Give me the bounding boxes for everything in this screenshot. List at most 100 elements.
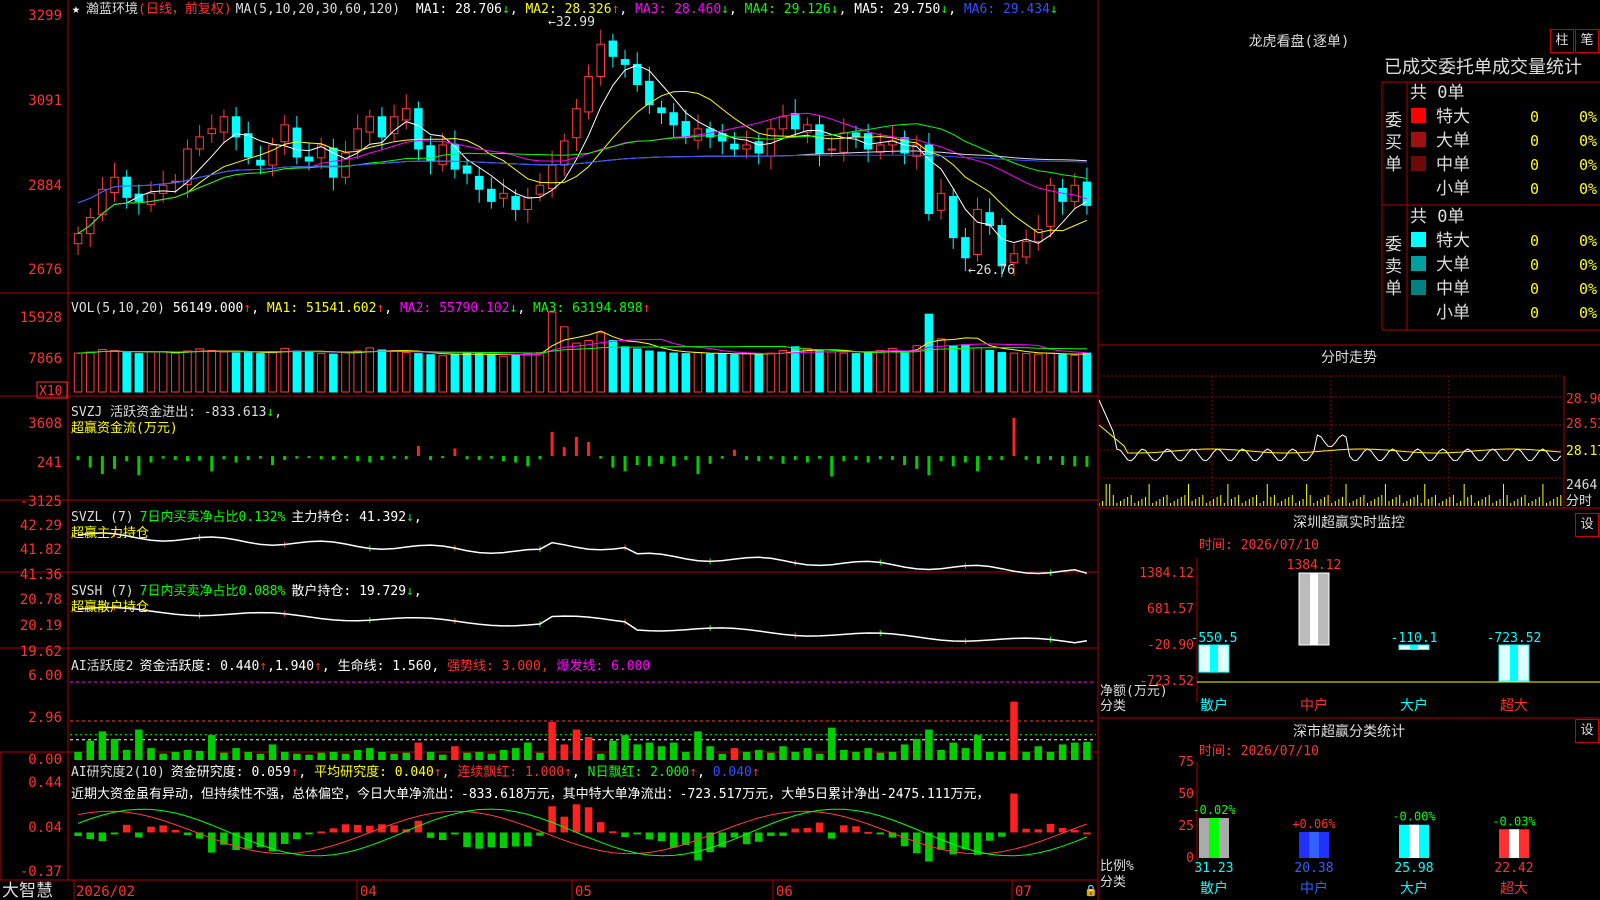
candle-body	[742, 144, 751, 150]
volume-bar	[110, 349, 119, 393]
volume-bar	[389, 351, 399, 393]
activity-bar	[791, 751, 799, 760]
candle-body	[863, 133, 873, 150]
volume-bar	[85, 351, 95, 393]
order-count: 0	[1530, 180, 1539, 198]
fund-flow-bar	[805, 456, 809, 463]
stock-period: (日线，前复权)	[138, 1, 232, 17]
fund-flow-bar	[392, 456, 396, 459]
fund-flow-bar	[380, 456, 384, 460]
sz-stats-value: 22.42	[1494, 861, 1533, 876]
kline-chart-area[interactable]: 3299 3091 2884 2676 15928 7866 3608 241 …	[0, 0, 1100, 900]
volume-bar	[547, 311, 557, 393]
fund-flow-bar	[1036, 456, 1040, 464]
volume-bar	[559, 326, 569, 393]
tick-mode-button[interactable]: 笔	[1575, 29, 1599, 53]
research-bar	[767, 832, 775, 836]
activity-bar	[730, 748, 739, 760]
activity-bar	[536, 752, 544, 760]
activity-bar	[572, 729, 581, 760]
sz-monitor-settings-button[interactable]: 设	[1575, 513, 1599, 537]
research-bar	[572, 804, 581, 833]
ma-label: MA(5,10,20,30,60,120)	[236, 2, 400, 17]
fund-flow-bar	[562, 447, 566, 457]
research-bar	[779, 832, 787, 836]
fund-flow-bar	[611, 456, 615, 468]
fund-flow-bar	[1048, 456, 1052, 460]
volume-bar	[961, 344, 970, 393]
svzl-tick: 41.82	[20, 542, 62, 558]
volume-bar	[1009, 352, 1019, 393]
candle-body	[620, 59, 630, 65]
activity-bar	[779, 746, 787, 760]
order-count: 0	[1530, 304, 1539, 322]
candle-body	[608, 40, 618, 57]
ai1-tick: 6.00	[28, 668, 62, 684]
sz-monitor-time: 时间: 2026/07/10	[1199, 538, 1319, 553]
svsh-tick: 20.19	[20, 618, 62, 634]
candle-body	[73, 233, 83, 245]
activity-bar	[438, 754, 447, 760]
activity-bar	[451, 746, 459, 760]
fund-flow-bar	[234, 456, 238, 463]
fund-flow-bar	[988, 456, 992, 460]
activity-bar	[463, 752, 471, 760]
candle-body	[195, 136, 204, 150]
intraday-vol-label: 分时	[1566, 494, 1592, 509]
order-pct: 0%	[1579, 180, 1597, 198]
volume-bar	[171, 352, 180, 393]
fund-flow-bar	[161, 456, 165, 459]
order-size-label: 小单	[1436, 179, 1470, 199]
candle-body	[122, 176, 131, 198]
research-bar	[1022, 828, 1030, 833]
bar-mode-button[interactable]: 柱	[1550, 29, 1574, 53]
order-size-swatch	[1411, 156, 1426, 171]
sz-stats-ytick: 25	[1178, 819, 1194, 834]
fund-flow-bar	[672, 456, 676, 467]
candle-body	[450, 144, 460, 170]
order-size-label: 大单	[1436, 131, 1470, 151]
stock-name: 瀚蓝环境	[86, 2, 138, 17]
fund-flow-bar	[514, 456, 518, 463]
activity-bar	[706, 746, 714, 760]
fund-flow-bar	[271, 456, 275, 466]
volume-bar	[645, 350, 654, 393]
research-bar	[390, 825, 398, 833]
activity-bar	[487, 753, 496, 760]
activity-bar	[596, 753, 605, 760]
sz-monitor-category: 中户	[1300, 697, 1328, 714]
svsh-tick: 20.78	[20, 592, 62, 608]
research-bar	[791, 828, 799, 833]
fund-flow-bar	[732, 449, 736, 457]
research-bar	[609, 831, 617, 834]
vol-tick: 15928	[20, 310, 62, 326]
research-bars	[74, 793, 1091, 862]
order-size-label: 小单	[1436, 303, 1470, 323]
candle-body	[353, 128, 362, 151]
activity-bar	[961, 748, 970, 760]
order-size-label: 特大	[1436, 107, 1470, 127]
sz-stats-change: -0.00%	[1392, 810, 1436, 824]
volume-bar	[122, 352, 131, 393]
favorite-star-icon[interactable]: ★	[72, 2, 80, 17]
candle-body	[851, 132, 861, 138]
volume-bar	[876, 349, 885, 393]
sz-stats-settings-button[interactable]: 设	[1575, 719, 1599, 743]
research-bar	[584, 807, 593, 833]
main-holding-line	[78, 530, 1088, 576]
fund-flow-bar	[198, 456, 202, 461]
research-bar	[499, 832, 508, 849]
svzl-tick: 42.29	[20, 518, 62, 534]
fund-flow-bar	[1085, 456, 1089, 467]
volume-bar	[304, 351, 314, 393]
research-bar	[621, 832, 629, 837]
volume-bar	[523, 353, 533, 393]
lock-icon[interactable]: 🔒	[1084, 884, 1098, 897]
volume-ma-line	[78, 330, 1087, 356]
activity-bar	[1010, 701, 1018, 760]
intraday-title: 分时走势	[1321, 350, 1377, 366]
vol-scale: X10	[39, 384, 62, 399]
volume-bar	[900, 352, 909, 393]
volume-bar	[730, 354, 739, 393]
fund-flow-bar	[939, 456, 943, 462]
